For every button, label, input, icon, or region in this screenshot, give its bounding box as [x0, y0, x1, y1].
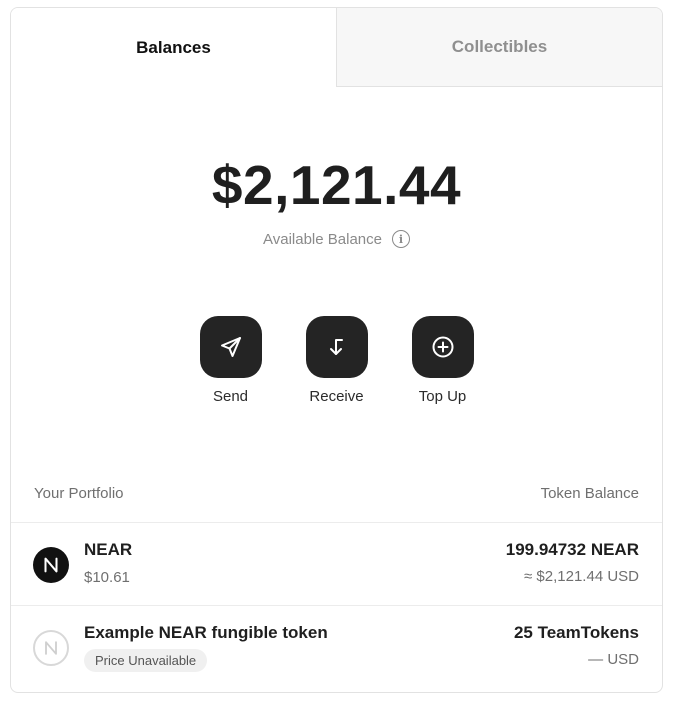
token-amount: 25 TeamTokens — [513, 623, 639, 642]
token-usd-value: ≈ $2,121.44 USD — [524, 568, 639, 585]
action-buttons: Send Receive Top Up — [11, 316, 662, 405]
send-label: Send — [212, 388, 249, 405]
token-name: Example NEAR fungible token — [84, 623, 328, 642]
receive-button[interactable]: Receive — [305, 316, 368, 405]
token-amount: 199.94732 NEAR — [505, 540, 639, 559]
available-balance-row: Available Balance i — [11, 230, 662, 248]
tab-collectibles[interactable]: Collectibles — [336, 8, 662, 87]
total-balance: $2,121.44 — [211, 154, 462, 216]
send-icon-button[interactable] — [199, 316, 262, 378]
tab-bar: Balances Collectibles — [11, 8, 662, 87]
send-button[interactable]: Send — [199, 316, 262, 405]
portfolio-title: Your Portfolio — [34, 485, 124, 502]
token-balance-title: Token Balance — [540, 485, 639, 502]
top-up-icon-button[interactable] — [411, 316, 474, 378]
wallet-card: Balances Collectibles $2,121.44 Availabl… — [10, 7, 663, 693]
portfolio-header: Your Portfolio Token Balance — [34, 485, 639, 502]
plus-circle-icon — [432, 336, 453, 358]
receive-icon — [329, 339, 343, 355]
token-row-near[interactable]: NEAR $10.61 199.94732 NEAR ≈ $2,121.44 U… — [11, 523, 662, 605]
token-usd-value: — USD — [588, 651, 639, 668]
tab-balances[interactable]: Balances — [11, 8, 336, 87]
top-up-label: Top Up — [418, 388, 467, 405]
receive-icon-button[interactable] — [305, 316, 368, 378]
info-icon[interactable]: i — [391, 230, 410, 248]
top-up-button[interactable]: Top Up — [411, 316, 474, 405]
token-name: NEAR — [84, 540, 133, 559]
token-row-example[interactable]: Example NEAR fungible token Price Unavai… — [11, 606, 662, 688]
receive-label: Receive — [309, 388, 364, 405]
token-price: $10.61 — [84, 569, 130, 586]
available-balance-label: Available Balance — [263, 230, 382, 248]
near-logo-outline-icon — [33, 630, 69, 666]
send-icon — [220, 337, 241, 357]
near-logo-icon — [33, 547, 69, 583]
price-unavailable-badge: Price Unavailable — [84, 649, 208, 672]
